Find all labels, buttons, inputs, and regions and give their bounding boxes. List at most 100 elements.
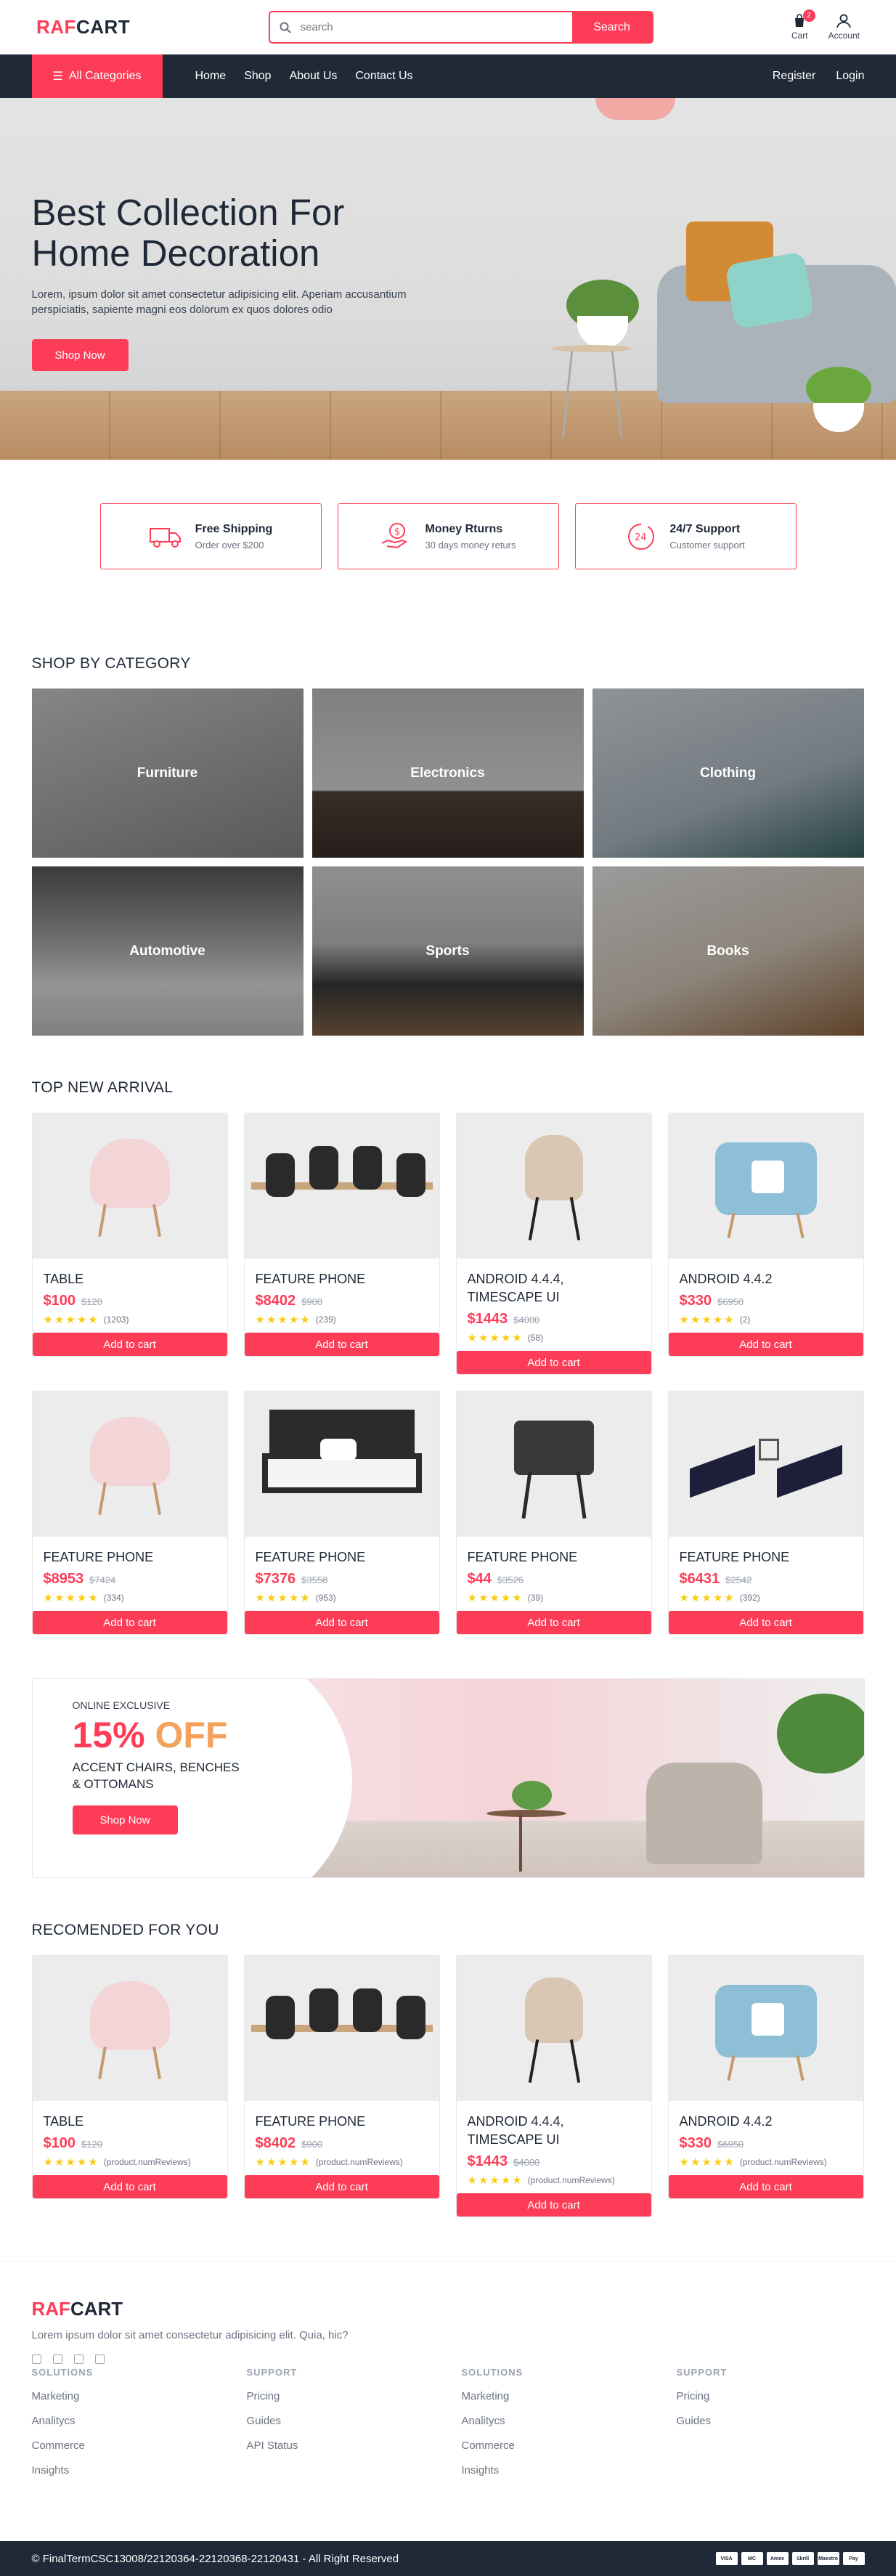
footer-link[interactable]: Pricing: [677, 2390, 892, 2402]
product-card[interactable]: FEATURE PHONE $7376 $3558 ★★★★★ (953) Ad…: [243, 1391, 440, 1635]
review-count: (product.numReviews): [739, 2157, 827, 2167]
product-name[interactable]: ANDROID 4.4.4, TIMESCAPE UI: [468, 2113, 640, 2149]
product-card[interactable]: ANDROID 4.4.2 $330 $6950 ★★★★★ (product.…: [667, 1955, 864, 2199]
product-card[interactable]: ANDROID 4.4.2 $330 $6950 ★★★★★ (2) Add t…: [667, 1113, 864, 1357]
product-image[interactable]: [456, 1956, 651, 2101]
product-name[interactable]: FEATURE PHONE: [256, 2113, 428, 2131]
product-image[interactable]: [668, 1956, 863, 2101]
category-furniture[interactable]: Furniture: [31, 688, 304, 858]
github-icon[interactable]: [94, 2354, 105, 2364]
product-image[interactable]: [32, 1391, 227, 1537]
nav-about[interactable]: About Us: [290, 70, 338, 83]
footer-link[interactable]: Guides: [677, 2415, 892, 2427]
product-image[interactable]: [244, 1956, 439, 2101]
product-name[interactable]: FEATURE PHONE: [256, 1548, 428, 1567]
nav-contact[interactable]: Contact Us: [355, 70, 412, 83]
category-sports[interactable]: Sports: [311, 866, 584, 1036]
instagram-icon[interactable]: [52, 2354, 62, 2364]
add-to-cart-button[interactable]: Add to cart: [244, 2175, 439, 2198]
add-to-cart-button[interactable]: Add to cart: [668, 1611, 863, 1634]
all-categories-button[interactable]: ☰ All Categories: [31, 54, 163, 98]
product-rating: ★★★★★ (2): [680, 1313, 852, 1326]
product-image[interactable]: [32, 1956, 227, 2101]
product-card[interactable]: FEATURE PHONE $6431 $2542 ★★★★★ (392) Ad…: [667, 1391, 864, 1635]
feature-subtitle: Order over $200: [195, 539, 264, 550]
add-to-cart-button[interactable]: Add to cart: [32, 1333, 227, 1356]
product-card[interactable]: TABLE $100 $120 ★★★★★ (1203) Add to cart: [31, 1113, 228, 1357]
footer-link[interactable]: API Status: [247, 2439, 462, 2452]
product-card[interactable]: FEATURE PHONE $8402 $900 ★★★★★ (product.…: [243, 1955, 440, 2199]
add-to-cart-button[interactable]: Add to cart: [244, 1333, 439, 1356]
product-price-old: $900: [301, 1296, 323, 1307]
star-rating-icon: ★★★★★: [255, 1592, 311, 1604]
product-info: FEATURE PHONE $7376 $3558 ★★★★★ (953): [245, 1537, 439, 1604]
product-image[interactable]: [668, 1113, 863, 1259]
nav-shop[interactable]: Shop: [244, 70, 271, 83]
product-card[interactable]: FEATURE PHONE $8953 $7424 ★★★★★ (334) Ad…: [31, 1391, 228, 1635]
product-image[interactable]: [456, 1113, 651, 1259]
add-to-cart-button[interactable]: Add to cart: [456, 2193, 651, 2217]
footer-link[interactable]: Marketing: [462, 2390, 677, 2402]
footer-link[interactable]: Guides: [247, 2415, 462, 2427]
product-image[interactable]: [32, 1113, 227, 1259]
register-link[interactable]: Register: [773, 70, 816, 83]
product-card[interactable]: TABLE $100 $120 ★★★★★ (product.numReview…: [31, 1955, 228, 2199]
product-image[interactable]: [668, 1391, 863, 1537]
footer-logo[interactable]: RAFCART: [32, 2298, 865, 2320]
search-input[interactable]: [300, 12, 572, 42]
product-name[interactable]: ANDROID 4.4.2: [680, 1270, 852, 1288]
product-image[interactable]: [456, 1391, 651, 1537]
product-card[interactable]: FEATURE PHONE $44 $3526 ★★★★★ (39) Add t…: [455, 1391, 652, 1635]
footer-link[interactable]: Marketing: [32, 2390, 247, 2402]
product-info: ANDROID 4.4.4, TIMESCAPE UI $1443 $4000 …: [457, 2101, 651, 2187]
category-electronics[interactable]: Electronics: [311, 688, 584, 858]
payment-method-icon: Amex: [766, 2552, 789, 2565]
login-link[interactable]: Login: [836, 70, 864, 83]
footer-link[interactable]: Commerce: [462, 2439, 677, 2452]
banner-shop-now-button[interactable]: Shop Now: [72, 1805, 178, 1835]
product-info: ANDROID 4.4.2 $330 $6950 ★★★★★ (product.…: [669, 2101, 863, 2169]
add-to-cart-button[interactable]: Add to cart: [244, 1611, 439, 1634]
add-to-cart-button[interactable]: Add to cart: [668, 1333, 863, 1356]
account-link[interactable]: Account: [828, 14, 860, 41]
account-label: Account: [828, 31, 860, 41]
category-automotive[interactable]: Automotive: [31, 866, 304, 1036]
nav-home[interactable]: Home: [195, 70, 227, 83]
product-card[interactable]: ANDROID 4.4.4, TIMESCAPE UI $1443 $4000 …: [455, 1113, 652, 1375]
add-to-cart-button[interactable]: Add to cart: [668, 2175, 863, 2198]
product-price-current: $6431: [679, 1571, 720, 1587]
twitter-icon[interactable]: [73, 2354, 84, 2364]
product-image[interactable]: [244, 1113, 439, 1259]
add-to-cart-button[interactable]: Add to cart: [456, 1611, 651, 1634]
product-name[interactable]: FEATURE PHONE: [256, 1270, 428, 1288]
footer-link[interactable]: Analitycs: [32, 2415, 247, 2427]
product-name[interactable]: TABLE: [44, 2113, 216, 2131]
product-name[interactable]: ANDROID 4.4.2: [680, 2113, 852, 2131]
product-name[interactable]: FEATURE PHONE: [468, 1548, 640, 1567]
star-rating-icon: ★★★★★: [679, 1592, 736, 1604]
footer-link[interactable]: Insights: [462, 2464, 677, 2477]
category-books[interactable]: Books: [592, 866, 864, 1036]
footer-link[interactable]: Commerce: [32, 2439, 247, 2452]
add-to-cart-button[interactable]: Add to cart: [32, 1611, 227, 1634]
footer-link[interactable]: Insights: [32, 2464, 247, 2477]
hero-banner: Best Collection For Home Decoration Lorem…: [0, 98, 896, 460]
footer-link[interactable]: Analitycs: [462, 2415, 677, 2427]
product-name[interactable]: FEATURE PHONE: [680, 1548, 852, 1567]
add-to-cart-button[interactable]: Add to cart: [32, 2175, 227, 2198]
search-button[interactable]: Search: [571, 12, 652, 42]
category-clothing[interactable]: Clothing: [592, 688, 864, 858]
site-logo[interactable]: RAFCART: [36, 16, 130, 38]
product-name[interactable]: TABLE: [44, 1270, 216, 1288]
hero-shop-now-button[interactable]: Shop Now: [31, 339, 129, 371]
cart-link[interactable]: 2 Cart: [791, 9, 815, 41]
add-to-cart-button[interactable]: Add to cart: [456, 1351, 651, 1374]
footer-column: SUPPORT Pricing Guides API Status: [247, 2367, 462, 2477]
product-card[interactable]: ANDROID 4.4.4, TIMESCAPE UI $1443 $4000 …: [455, 1955, 652, 2217]
product-card[interactable]: FEATURE PHONE $8402 $900 ★★★★★ (239) Add…: [243, 1113, 440, 1357]
product-image[interactable]: [244, 1391, 439, 1537]
product-name[interactable]: FEATURE PHONE: [44, 1548, 216, 1567]
product-name[interactable]: ANDROID 4.4.4, TIMESCAPE UI: [468, 1270, 640, 1307]
footer-link[interactable]: Pricing: [247, 2390, 462, 2402]
facebook-icon[interactable]: [31, 2354, 41, 2364]
